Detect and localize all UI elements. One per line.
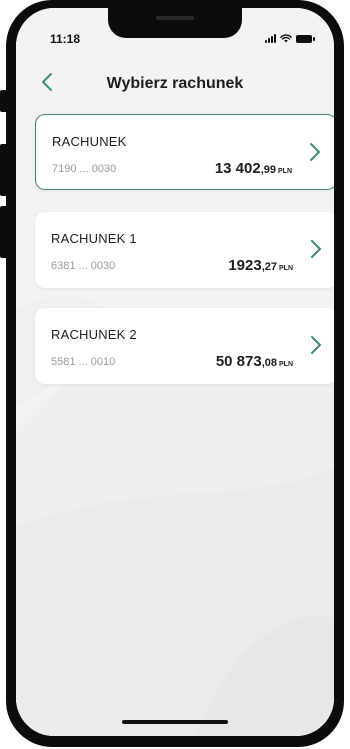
account-balance: 50 873,08 PLN [216,353,293,371]
balance-decimal: ,27 [261,261,277,273]
account-name: RACHUNEK 2 [51,327,137,342]
page-title: Wybierz rachunek [106,75,244,92]
speaker-grille [156,16,194,20]
device-notch [108,8,242,38]
account-card-rachunek-2[interactable]: RACHUNEK 2 5581 ... 0010 50 873,08 PLN [35,308,334,384]
chevron-right-icon [311,240,321,258]
chevron-right-icon [311,336,321,354]
mute-switch [0,90,8,112]
account-card-rachunek[interactable]: RACHUNEK 7190 ... 0030 13 402,99 PLN [35,114,334,190]
account-name: RACHUNEK [52,134,127,149]
balance-integer: 50 873 [215,353,262,370]
balance-decimal: ,08 [261,357,277,369]
account-name: RACHUNEK 1 [51,231,137,246]
account-card-rachunek-1[interactable]: RACHUNEK 1 6381 ... 0030 1923,27 PLN [35,212,334,288]
balance-decimal: ,99 [260,164,276,176]
balance-currency: PLN [278,168,292,175]
status-time: 11:18 [50,32,81,46]
balance-integer: 1923 [228,257,262,274]
header-bar: Wybierz rachunek [16,66,334,96]
account-number: 5581 ... 0010 [51,356,116,368]
balance-currency: PLN [279,265,293,272]
account-number: 7190 ... 0030 [52,163,117,175]
volume-down-button [0,206,8,258]
account-balance: 13 402,99 PLN [215,160,292,178]
wifi-icon [280,34,292,43]
signal-icon [265,34,276,43]
balance-integer: 13 402 [214,160,261,177]
phone-frame: 11:18 Wybierz rachunek RACHUNEK 7190 ...… [0,0,344,747]
volume-up-button [0,144,8,196]
account-number: 6381 ... 0030 [51,260,116,272]
balance-currency: PLN [279,361,293,368]
battery-icon [296,35,315,43]
chevron-right-icon [310,143,320,161]
home-indicator[interactable] [122,720,228,724]
app-screen: 11:18 Wybierz rachunek RACHUNEK 7190 ...… [16,8,334,736]
status-icons [265,34,315,43]
account-balance: 1923,27 PLN [228,257,293,275]
